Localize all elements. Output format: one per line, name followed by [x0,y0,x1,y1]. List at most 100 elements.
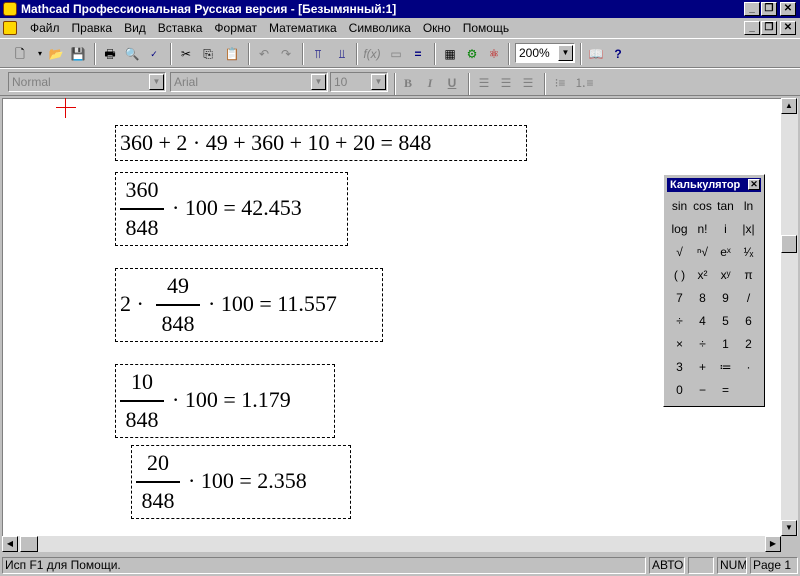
menu-symbolics[interactable]: Символика [343,20,417,36]
calc-key[interactable]: 3 [668,356,691,379]
align-top-icon[interactable]: ⫪ [308,44,328,64]
resource-icon[interactable]: ⚛ [484,44,504,64]
undo-icon[interactable]: ↶ [254,44,274,64]
calc-key[interactable]: ÷ [668,310,691,333]
calc-key[interactable]: x² [691,264,714,287]
calc-key[interactable]: 6 [737,310,760,333]
calc-key[interactable]: tan [714,195,737,218]
align-left-icon[interactable]: ☰ [474,73,494,93]
calc-key[interactable]: 7 [668,287,691,310]
calc-key[interactable]: eˣ [714,241,737,264]
size-select[interactable]: 10 ▼ [330,72,388,92]
calc-key[interactable]: ¹⁄ₓ [737,241,760,264]
underline-button[interactable]: U [442,73,462,93]
menu-file[interactable]: Файл [24,20,66,36]
calc-key[interactable]: = [714,379,737,402]
math-region-percent-10[interactable]: 10 848 · 100 = 1.179 [115,364,335,438]
restore-button[interactable]: ❐ [761,2,777,16]
calc-key[interactable]: × [668,333,691,356]
font-select[interactable]: Arial ▼ [170,72,328,92]
calc-key[interactable]: ln [737,195,760,218]
vertical-scrollbar[interactable]: ▲ ▼ [781,98,798,536]
calc-key[interactable]: log [668,218,691,241]
cut-scissors-icon[interactable]: ✂ [176,44,196,64]
calc-key[interactable]: |x| [737,218,760,241]
mathcad-app-icon[interactable] [3,2,17,16]
calc-key[interactable]: 2 [737,333,760,356]
calc-key[interactable]: √ [668,241,691,264]
paste-icon[interactable]: 📋 [222,44,242,64]
calc-key[interactable]: sin [668,195,691,218]
calc-key[interactable]: − [691,379,714,402]
calc-key[interactable]: xʸ [714,264,737,287]
calculate-icon[interactable]: = [408,44,428,64]
math-region-percent-49[interactable]: 2 · 49 848 · 100 = 11.557 [115,268,383,342]
menu-insert[interactable]: Вставка [152,20,209,36]
close-button[interactable]: ✕ [780,2,796,16]
align-right-icon[interactable]: ☰ [518,73,538,93]
component-icon[interactable]: ⚙ [462,44,482,64]
close-icon[interactable]: ✕ [748,179,760,190]
save-disk-icon[interactable]: 💾 [68,44,88,64]
numbered-list-icon[interactable]: ⒈≡ [574,73,594,93]
print-icon[interactable]: 🖶 [100,44,120,64]
spell-check-icon[interactable]: ✓ [144,44,164,64]
calc-key[interactable]: π [737,264,760,287]
doc-minimize-button[interactable]: _ [744,21,760,35]
calc-key[interactable]: ⁿ√ [691,241,714,264]
bullet-list-icon[interactable]: ⁝≡ [550,73,570,93]
scroll-right-icon[interactable]: ▶ [765,536,781,552]
new-document-icon[interactable]: 🗋 [10,44,30,64]
italic-button[interactable]: I [420,73,440,93]
math-region-percent-360[interactable]: 360 848 · 100 = 42.453 [115,172,348,246]
calc-key[interactable]: cos [691,195,714,218]
resource-center-icon[interactable]: 📖 [586,44,606,64]
calc-key[interactable]: 8 [691,287,714,310]
calc-key[interactable]: / [737,287,760,310]
help-question-icon[interactable]: ? [608,44,628,64]
calc-key[interactable]: 5 [714,310,737,333]
calc-key[interactable]: + [691,356,714,379]
menu-edit[interactable]: Правка [66,20,119,36]
menu-view[interactable]: Вид [118,20,152,36]
calc-key[interactable]: 0 [668,379,691,402]
chevron-down-icon[interactable]: ▼ [558,45,573,61]
doc-restore-button[interactable]: ❐ [761,21,777,35]
menu-math[interactable]: Математика [263,20,343,36]
document-icon[interactable] [3,21,17,35]
align-down-icon[interactable]: ⫫ [332,44,352,64]
calc-key[interactable]: 1 [714,333,737,356]
minimize-button[interactable]: _ [744,2,760,16]
math-region-sum[interactable]: 360 + 2 · 49 + 360 + 10 + 20 = 848 [115,125,527,161]
horizontal-scroll-thumb[interactable] [20,536,38,552]
doc-close-button[interactable]: ✕ [780,21,796,35]
style-select[interactable]: Normal ▼ [8,72,166,92]
calc-key[interactable]: i [714,218,737,241]
calc-key[interactable]: 9 [714,287,737,310]
scroll-down-icon[interactable]: ▼ [781,520,797,536]
calc-key[interactable]: ÷ [691,333,714,356]
calculator-title-bar[interactable]: Калькулятор ✕ [667,178,761,192]
calc-key[interactable]: · [737,356,760,379]
calc-key[interactable]: ( ) [668,264,691,287]
redo-icon[interactable]: ↷ [276,44,296,64]
chevron-down-icon[interactable]: ▼ [371,74,386,90]
bold-button[interactable]: B [398,73,418,93]
align-center-icon[interactable]: ☰ [496,73,516,93]
copy-icon[interactable]: ⎘ [198,44,218,64]
chevron-down-icon[interactable]: ▼ [311,74,326,90]
calc-key[interactable]: n! [691,218,714,241]
menu-help[interactable]: Помощь [457,20,515,36]
calc-key[interactable]: 4 [691,310,714,333]
insert-graph-icon[interactable]: ▦ [440,44,460,64]
chevron-down-icon[interactable]: ▼ [149,74,164,90]
math-region-percent-20[interactable]: 20 848 · 100 = 2.358 [131,445,351,519]
insert-function-icon[interactable]: f(x) [362,44,382,64]
print-preview-icon[interactable]: 🔍 [122,44,142,64]
menu-window[interactable]: Окно [417,20,457,36]
zoom-select[interactable]: 200% ▼ [515,43,575,63]
insert-unit-icon[interactable]: ▭ [386,44,406,64]
open-folder-icon[interactable]: 📂 [46,44,66,64]
vertical-scroll-thumb[interactable] [781,235,797,253]
calc-key[interactable]: ≔ [714,356,737,379]
